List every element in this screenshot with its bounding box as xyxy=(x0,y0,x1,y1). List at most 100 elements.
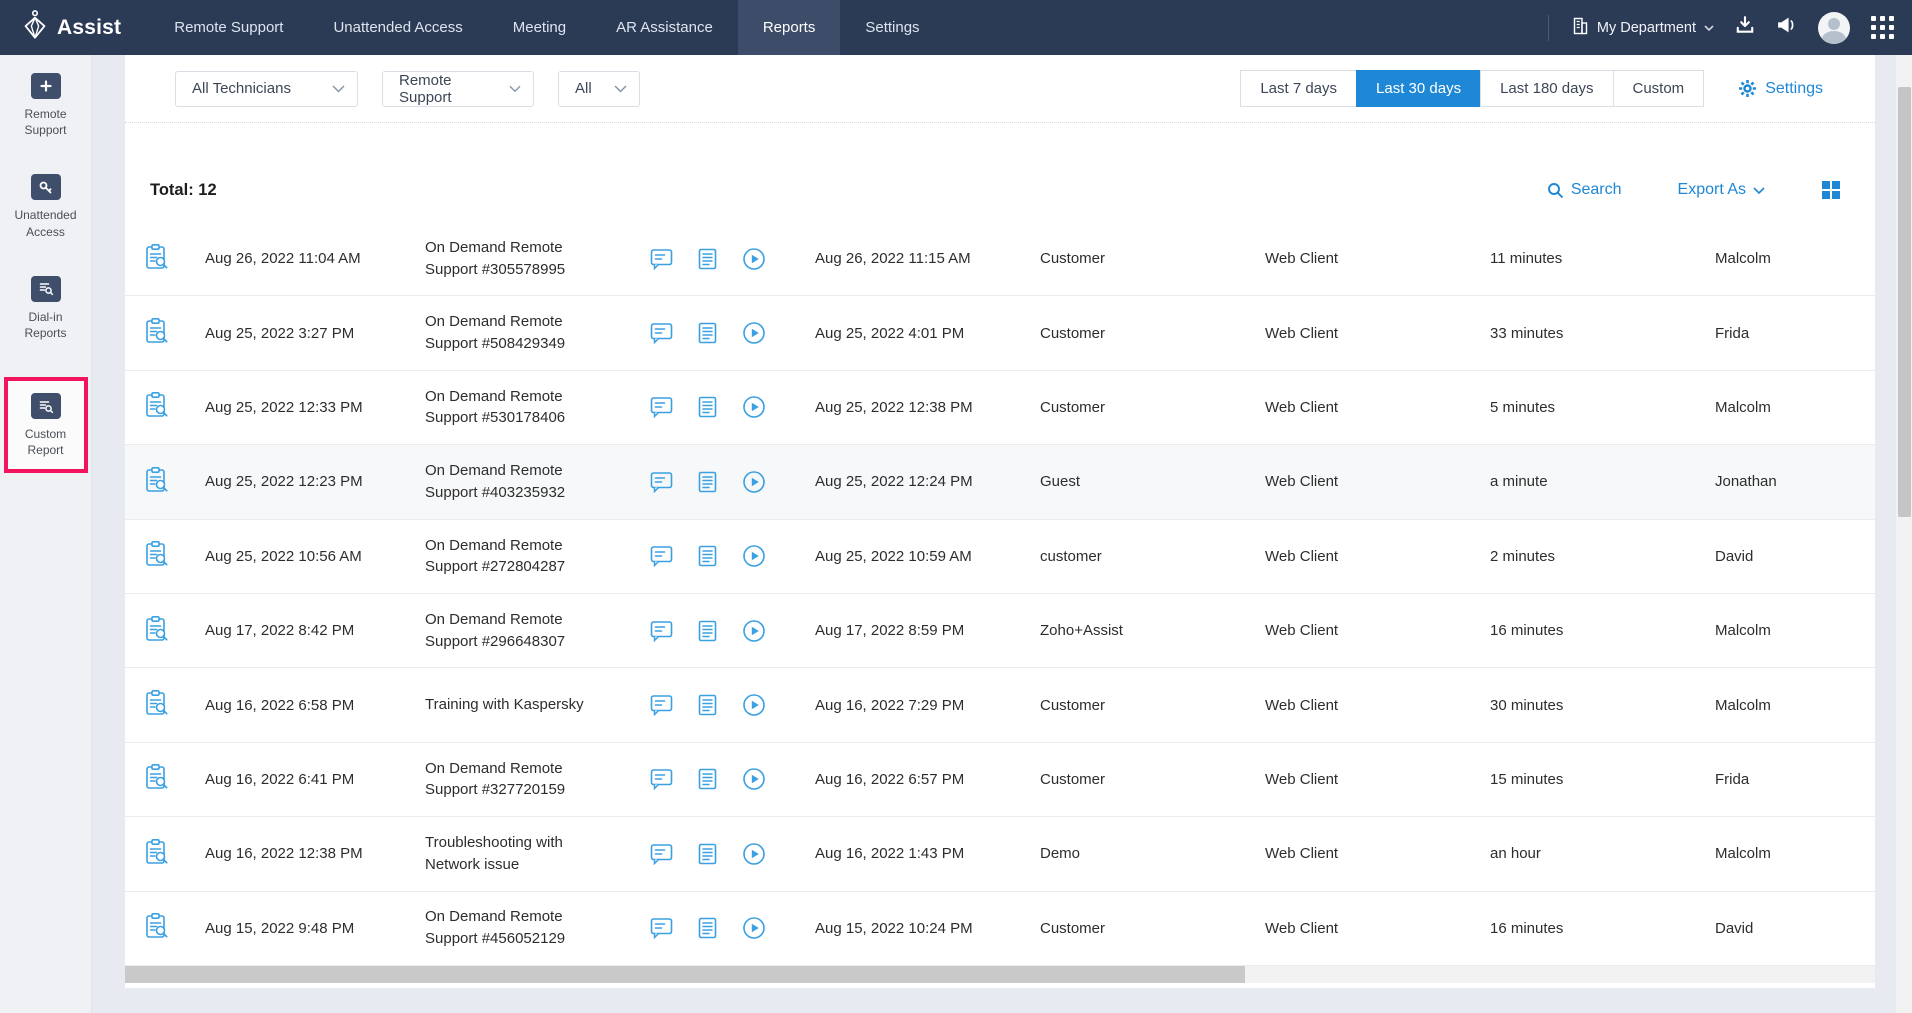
range-last-7-days[interactable]: Last 7 days xyxy=(1240,70,1357,107)
table-row[interactable]: Aug 25, 2022 10:56 AM On Demand Remote S… xyxy=(125,520,1875,594)
export-as-button[interactable]: Export As xyxy=(1678,181,1765,199)
session-detail-icon[interactable] xyxy=(145,391,205,423)
table-row[interactable]: Aug 16, 2022 12:38 PM Troubleshooting wi… xyxy=(125,817,1875,891)
table-row[interactable]: Aug 16, 2022 6:41 PM On Demand Remote Su… xyxy=(125,743,1875,817)
play-recording-icon[interactable] xyxy=(742,842,766,866)
client-type-cell: Web Client xyxy=(1265,399,1490,416)
nav-settings[interactable]: Settings xyxy=(840,0,944,55)
nav-ar-assistance[interactable]: AR Assistance xyxy=(591,0,738,55)
session-summary-icon[interactable] xyxy=(698,248,717,270)
nav-unattended-access[interactable]: Unattended Access xyxy=(308,0,487,55)
session-detail-icon[interactable] xyxy=(145,838,205,870)
brand-name: Assist xyxy=(57,16,121,40)
duration-cell: a minute xyxy=(1490,473,1715,490)
range-last-180-days[interactable]: Last 180 days xyxy=(1480,70,1613,107)
apps-grid-icon[interactable] xyxy=(1871,16,1894,39)
vertical-scrollbar-thumb[interactable] xyxy=(1898,87,1911,517)
session-table-body: Aug 26, 2022 11:04 AM On Demand Remote S… xyxy=(125,222,1875,966)
session-summary-icon[interactable] xyxy=(698,843,717,865)
range-last-30-days[interactable]: Last 30 days xyxy=(1356,70,1481,107)
assist-brand[interactable]: Assist xyxy=(0,0,149,55)
session-notes-icon[interactable] xyxy=(650,768,673,790)
customer-cell: Customer xyxy=(1040,771,1265,788)
table-row[interactable]: Aug 25, 2022 3:27 PM On Demand Remote Su… xyxy=(125,296,1875,370)
session-name-cell: Training with Kaspersky xyxy=(425,694,650,716)
customer-cell: Guest xyxy=(1040,473,1265,490)
row-actions xyxy=(650,544,815,568)
technician-filter-value: All Technicians xyxy=(192,80,291,97)
table-row[interactable]: Aug 17, 2022 8:42 PM On Demand Remote Su… xyxy=(125,594,1875,668)
session-summary-icon[interactable] xyxy=(698,396,717,418)
nav-remote-support[interactable]: Remote Support xyxy=(149,0,308,55)
user-avatar[interactable] xyxy=(1818,12,1850,44)
session-detail-icon[interactable] xyxy=(145,317,205,349)
play-recording-icon[interactable] xyxy=(742,767,766,791)
technician-cell: David xyxy=(1715,920,1875,937)
play-recording-icon[interactable] xyxy=(742,619,766,643)
horizontal-scrollbar-thumb[interactable] xyxy=(125,966,1245,983)
vertical-scrollbar-track xyxy=(1896,55,1912,1013)
status-filter-dropdown[interactable]: All xyxy=(558,71,640,107)
column-chooser-grid-icon[interactable] xyxy=(1821,180,1841,200)
sidebar-item-remote-support[interactable]: Remote Support xyxy=(4,73,88,138)
session-notes-icon[interactable] xyxy=(650,620,673,642)
session-type-filter-dropdown[interactable]: Remote Support xyxy=(382,71,534,107)
session-detail-icon[interactable] xyxy=(145,243,205,275)
customer-cell: Demo xyxy=(1040,845,1265,862)
table-row[interactable]: Aug 25, 2022 12:33 PM On Demand Remote S… xyxy=(125,371,1875,445)
session-detail-icon[interactable] xyxy=(145,912,205,944)
session-summary-icon[interactable] xyxy=(698,545,717,567)
unattended-access-monitor-key-icon xyxy=(31,174,61,200)
session-summary-icon[interactable] xyxy=(698,768,717,790)
department-selector[interactable]: My Department xyxy=(1572,17,1714,39)
play-recording-icon[interactable] xyxy=(742,916,766,940)
session-notes-icon[interactable] xyxy=(650,694,673,716)
session-summary-icon[interactable] xyxy=(698,322,717,344)
play-recording-icon[interactable] xyxy=(742,544,766,568)
table-row[interactable]: Aug 15, 2022 9:48 PM On Demand Remote Su… xyxy=(125,892,1875,966)
sidebar-item-custom-report[interactable]: Custom Report xyxy=(4,377,88,472)
session-detail-icon[interactable] xyxy=(145,615,205,647)
session-name-cell: Troubleshooting with Network issue xyxy=(425,832,650,876)
search-button[interactable]: Search xyxy=(1547,181,1622,199)
play-recording-icon[interactable] xyxy=(742,395,766,419)
range-custom[interactable]: Custom xyxy=(1613,70,1705,107)
session-summary-icon[interactable] xyxy=(698,620,717,642)
nav-meeting[interactable]: Meeting xyxy=(488,0,591,55)
session-notes-icon[interactable] xyxy=(650,545,673,567)
play-recording-icon[interactable] xyxy=(742,247,766,271)
session-notes-icon[interactable] xyxy=(650,471,673,493)
nav-reports[interactable]: Reports xyxy=(738,0,841,55)
session-detail-icon[interactable] xyxy=(145,466,205,498)
sidebar-item-dial-in-reports[interactable]: Dial-in Reports xyxy=(4,276,88,341)
session-detail-icon[interactable] xyxy=(145,763,205,795)
technician-cell: Malcolm xyxy=(1715,845,1875,862)
session-name-cell: On Demand Remote Support #272804287 xyxy=(425,535,650,579)
assist-logo-icon xyxy=(22,10,48,45)
session-detail-icon[interactable] xyxy=(145,689,205,721)
session-summary-icon[interactable] xyxy=(698,471,717,493)
settings-label: Settings xyxy=(1765,80,1823,98)
chevron-down-icon xyxy=(509,85,521,93)
session-notes-icon[interactable] xyxy=(650,917,673,939)
report-settings-button[interactable]: Settings xyxy=(1738,79,1823,98)
session-notes-icon[interactable] xyxy=(650,843,673,865)
table-row[interactable]: Aug 26, 2022 11:04 AM On Demand Remote S… xyxy=(125,222,1875,296)
session-notes-icon[interactable] xyxy=(650,322,673,344)
play-recording-icon[interactable] xyxy=(742,470,766,494)
session-notes-icon[interactable] xyxy=(650,396,673,418)
session-detail-icon[interactable] xyxy=(145,540,205,572)
table-row[interactable]: Aug 25, 2022 12:23 PM On Demand Remote S… xyxy=(125,445,1875,519)
play-recording-icon[interactable] xyxy=(742,321,766,345)
session-notes-icon[interactable] xyxy=(650,248,673,270)
download-icon[interactable] xyxy=(1735,15,1755,40)
duration-cell: 30 minutes xyxy=(1490,697,1715,714)
sidebar-item-unattended-access[interactable]: Unattended Access xyxy=(4,174,88,239)
table-row[interactable]: Aug 16, 2022 6:58 PM Training with Kaspe… xyxy=(125,668,1875,742)
session-summary-icon[interactable] xyxy=(698,694,717,716)
session-summary-icon[interactable] xyxy=(698,917,717,939)
client-type-cell: Web Client xyxy=(1265,771,1490,788)
play-recording-icon[interactable] xyxy=(742,693,766,717)
technician-filter-dropdown[interactable]: All Technicians xyxy=(175,71,358,107)
announcement-icon[interactable] xyxy=(1776,15,1797,40)
